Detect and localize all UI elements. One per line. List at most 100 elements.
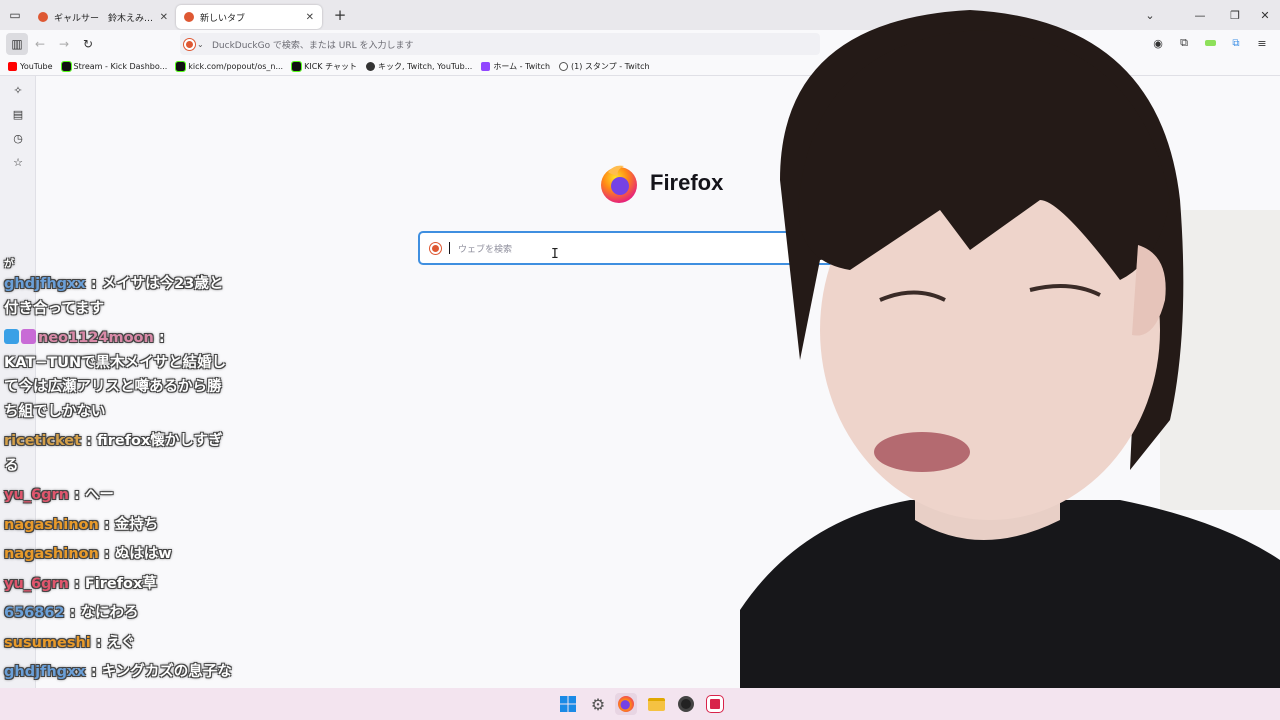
- chat-separator: :: [98, 516, 115, 533]
- chat-username: neo1124moon: [38, 330, 154, 346]
- kick-icon: [60, 60, 72, 72]
- chat-message-list: ghdjfhgxx : メイサは今23歳と付き合ってます neo1124moon …: [4, 272, 234, 685]
- chat-text: えぐ: [106, 634, 136, 651]
- kick-icon: [175, 60, 187, 72]
- youtube-icon: [8, 61, 17, 71]
- forward-button[interactable]: →: [52, 33, 76, 55]
- chat-message: ghdjfhgxx : メイサは今23歳と付き合ってます: [4, 272, 234, 321]
- chat-partial-line: が: [4, 259, 14, 270]
- bookmark-twitch-home[interactable]: ホーム - Twitch: [481, 61, 550, 72]
- tab-list-button[interactable]: ▭: [0, 0, 30, 30]
- chat-separator: :: [153, 330, 165, 346]
- chat-message: riceticket : firefox懐かしすぎる: [4, 429, 234, 478]
- multistream-icon: [366, 61, 375, 71]
- bookmark-label: kick.com/popout/os_n...: [188, 61, 284, 71]
- chat-username: yu_6grn: [4, 487, 69, 503]
- bookmark-kick-popout[interactable]: kick.com/popout/os_n...: [175, 60, 284, 72]
- chat-message: 656862 : なにわろ: [4, 601, 234, 626]
- duckduckgo-icon: [184, 38, 195, 50]
- chat-message: susumeshi : えぐ: [4, 631, 234, 656]
- chat-username: yu_6grn: [4, 575, 69, 592]
- stream-chat-overlay: が ghdjfhgxx : メイサは今23歳と付き合ってます neo1124moo…: [4, 258, 234, 690]
- duckduckgo-favicon-icon: [184, 12, 194, 22]
- webcam-overlay: [740, 0, 1280, 720]
- sidebar-toggle-icon[interactable]: ▥: [6, 32, 28, 55]
- chat-username: 656862: [4, 605, 65, 621]
- chat-text: キングカズの息子な: [101, 664, 232, 680]
- chat-separator: :: [98, 546, 115, 562]
- kick-icon: [291, 60, 303, 72]
- streamer-silhouette-icon: [740, 10, 1280, 720]
- chat-username: susumeshi: [4, 634, 91, 651]
- bookmark-label: Stream - Kick Dashbo...: [73, 61, 168, 71]
- obs-icon[interactable]: [675, 693, 697, 715]
- firefox-wordmark: Firefox: [650, 170, 724, 195]
- bookmark-twitch-stamps[interactable]: (1) スタンプ - Twitch: [559, 61, 650, 72]
- chat-username: riceticket: [4, 433, 82, 449]
- close-tab-icon[interactable]: ✕: [160, 12, 168, 23]
- chat-text: 金持ち: [114, 516, 159, 533]
- chat-message: neo1124moon : KAT−TUNで黒木メイサと結婚して今は広瀬アリスと…: [4, 326, 234, 424]
- chat-username: nagashinon: [4, 546, 99, 562]
- chat-badge-icon: [4, 329, 19, 344]
- chat-separator: :: [85, 664, 102, 680]
- mouse-ibeam-cursor-icon: I: [551, 247, 559, 262]
- url-placeholder: DuckDuckGo で検索、または URL を入力します: [212, 40, 414, 51]
- synced-tabs-icon[interactable]: ▤: [0, 102, 36, 126]
- file-explorer-icon[interactable]: [645, 693, 667, 715]
- chat-username: nagashinon: [4, 516, 99, 533]
- chat-text: なにわろ: [80, 605, 139, 621]
- history-icon[interactable]: ◷: [0, 126, 36, 150]
- firefox-brand: Firefox: [598, 162, 723, 204]
- chat-separator: :: [90, 634, 107, 651]
- chat-message: yu_6grn : へー: [4, 483, 234, 508]
- chat-separator: :: [85, 276, 102, 292]
- chat-message: ghdjfhgxx : キングカズの息子な: [4, 660, 234, 685]
- bookmark-youtube[interactable]: YouTube: [8, 61, 53, 71]
- settings-gear-icon[interactable]: ⚙: [587, 693, 609, 715]
- tab-duckduckgo[interactable]: ギャルサー 鈴木えみ at DuckDuckGo ✕: [30, 5, 176, 29]
- bookmarks-star-icon[interactable]: ☆: [0, 150, 36, 174]
- url-bar[interactable]: ⌄ DuckDuckGo で検索、または URL を入力します: [180, 33, 820, 55]
- search-placeholder: ウェブを検索: [458, 244, 513, 255]
- back-button[interactable]: ←: [28, 33, 52, 55]
- firefox-logo-icon: [601, 165, 637, 203]
- bookmark-label: キック, Twitch, YouTub...: [378, 61, 473, 71]
- bookmark-label: ホーム - Twitch: [493, 61, 551, 71]
- tab-title: ギャルサー 鈴木えみ at DuckDuckGo: [54, 13, 154, 24]
- bookmark-label: KICK チャット: [304, 61, 357, 71]
- chat-message: nagashinon : ぬははw: [4, 542, 234, 567]
- bookmark-label: YouTube: [20, 61, 53, 71]
- chat-text: へー: [84, 487, 114, 503]
- chevron-down-icon: ⌄: [197, 39, 204, 49]
- tab-new-tab[interactable]: 新しいタブ ✕: [176, 5, 322, 29]
- windows-start-icon[interactable]: [557, 693, 579, 715]
- text-caret: [449, 242, 450, 254]
- windows-taskbar: ⚙: [0, 688, 1280, 720]
- tab-title: 新しいタブ: [200, 13, 246, 24]
- firefox-taskbar-icon[interactable]: [615, 693, 637, 715]
- close-tab-icon[interactable]: ✕: [306, 12, 314, 23]
- bookmark-label: (1) スタンプ - Twitch: [571, 61, 650, 71]
- chat-badge-icon: [21, 329, 36, 344]
- red-app-icon[interactable]: [704, 693, 726, 715]
- chat-text: ぬははw: [114, 546, 172, 562]
- globe-icon: [559, 61, 569, 71]
- chat-separator: :: [81, 433, 97, 449]
- twitch-icon: [481, 61, 491, 71]
- chat-message: nagashinon : 金持ち: [4, 513, 234, 538]
- chat-message: yu_6grn : Firefox草: [4, 572, 234, 597]
- reload-button[interactable]: ↻: [76, 33, 100, 55]
- bookmark-kick-chat[interactable]: KICK チャット: [291, 60, 357, 72]
- bookmark-kick-dashboard[interactable]: Stream - Kick Dashbo...: [60, 60, 168, 72]
- duckduckgo-favicon-icon: [38, 12, 48, 22]
- bookmark-multi[interactable]: キック, Twitch, YouTub...: [366, 61, 472, 72]
- new-tab-button[interactable]: +: [328, 6, 352, 24]
- chat-separator: :: [68, 575, 85, 592]
- ai-sparkle-icon[interactable]: ✧: [0, 78, 36, 102]
- chat-text: Firefox草: [84, 575, 157, 592]
- chat-username: ghdjfhgxx: [4, 664, 86, 680]
- duckduckgo-icon: [430, 242, 441, 254]
- chat-text: KAT−TUNで黒木メイサと結婚して今は広瀬アリスと噂あるから勝ち組でしかない: [4, 354, 227, 420]
- search-engine-selector[interactable]: ⌄: [184, 36, 212, 52]
